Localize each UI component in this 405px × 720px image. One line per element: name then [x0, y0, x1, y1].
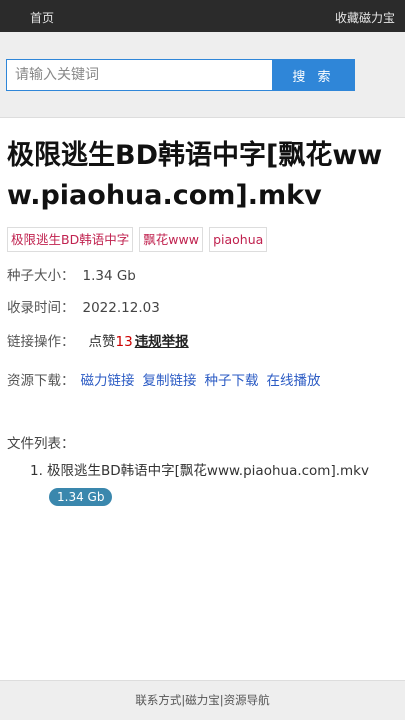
tag-item[interactable]: piaohua	[209, 227, 268, 252]
tag-list: 极限逃生BD韩语中字 飘花www piaohua	[7, 227, 268, 253]
download-label: 资源下载：	[7, 373, 75, 389]
torrent-download-link[interactable]: 种子下载	[205, 373, 259, 389]
link-ops-row: 链接操作： 点赞13 违规举报	[7, 330, 399, 350]
page: 首页 收藏磁力宝 搜 索 极限逃生BD韩语中字[飘花www.piaohua.co…	[0, 0, 405, 720]
like-count: 13	[115, 334, 133, 350]
nav-home-link[interactable]: 首页	[30, 9, 54, 26]
file-name: 极限逃生BD韩语中字[飘花www.piaohua.com].mkv	[47, 463, 369, 479]
footer-nav-link[interactable]: 资源导航	[224, 693, 270, 707]
magnet-link[interactable]: 磁力链接	[81, 373, 135, 389]
list-item: 1. 极限逃生BD韩语中字[飘花www.piaohua.com].mkv 1.34…	[30, 458, 370, 510]
footer-home-link[interactable]: 磁力宝	[185, 693, 220, 707]
size-label: 种子大小：	[7, 268, 75, 284]
size-value: 1.34 Gb	[82, 268, 136, 284]
search-input[interactable]	[6, 59, 272, 91]
time-label: 收录时间：	[7, 300, 75, 316]
file-size-badge: 1.34 Gb	[49, 488, 113, 506]
file-list-label: 文件列表：	[7, 436, 75, 452]
time-row: 收录时间： 2022.12.03	[7, 296, 399, 316]
time-value: 2022.12.03	[82, 300, 160, 316]
download-row: 资源下载： 磁力链接 复制链接 种子下载 在线播放	[7, 364, 399, 398]
like-label: 点赞	[88, 334, 116, 350]
tag-item[interactable]: 极限逃生BD韩语中字	[7, 227, 134, 252]
report-link[interactable]: 违规举报	[135, 334, 189, 350]
search-bar: 搜 索	[0, 32, 405, 118]
search-button[interactable]: 搜 索	[272, 59, 355, 91]
file-number: 1.	[30, 463, 43, 479]
page-title: 极限逃生BD韩语中字[飘花www.piaohua.com].mkv	[7, 140, 383, 211]
online-play-link[interactable]: 在线播放	[267, 373, 321, 389]
size-row: 种子大小： 1.34 Gb	[7, 264, 399, 284]
ops-label: 链接操作：	[7, 334, 75, 350]
tag-item[interactable]: 飘花www	[139, 227, 203, 252]
copy-link[interactable]: 复制链接	[143, 373, 197, 389]
nav-favorite-link[interactable]: 收藏磁力宝	[335, 9, 395, 26]
footer-contact-link[interactable]: 联系方式	[135, 693, 181, 707]
footer: 联系方式|磁力宝|资源导航	[0, 680, 405, 720]
top-nav: 首页 收藏磁力宝	[0, 0, 405, 32]
like-button[interactable]: 点赞13	[89, 334, 133, 350]
